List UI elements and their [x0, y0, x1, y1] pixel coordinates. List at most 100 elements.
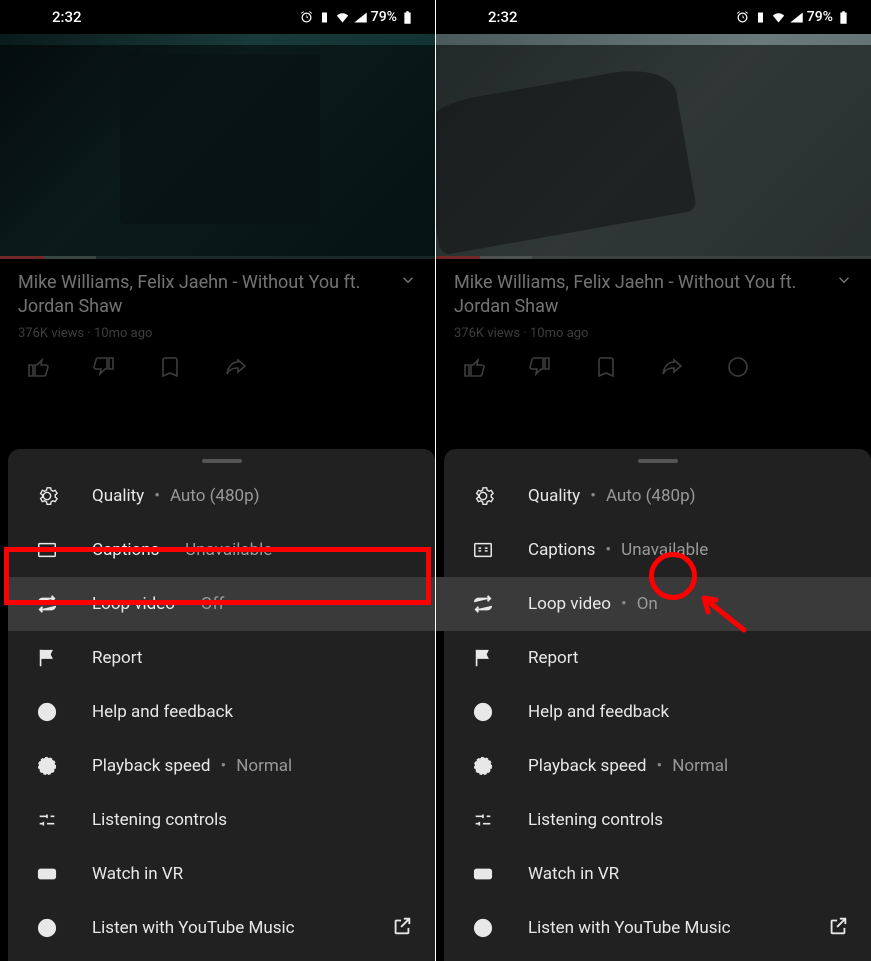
status-time: 2:32	[52, 8, 82, 26]
remix-icon[interactable]	[726, 355, 750, 379]
menu-quality[interactable]: Quality • Auto (480p)	[444, 469, 871, 523]
flag-icon	[36, 647, 58, 669]
menu-listening[interactable]: Listening controls	[8, 793, 435, 847]
like-icon[interactable]	[26, 355, 50, 379]
gear-icon	[472, 485, 494, 507]
battery-icon	[836, 10, 851, 25]
loop-icon	[36, 593, 58, 615]
alarm-icon	[735, 10, 750, 25]
menu-vr[interactable]: Watch in VR	[444, 847, 871, 901]
speed-icon	[36, 755, 58, 777]
flag-icon	[472, 647, 494, 669]
menu-ytmusic[interactable]: Listen with YouTube Music	[444, 901, 871, 955]
quality-label: Quality	[528, 486, 580, 506]
signal-icon	[789, 10, 804, 25]
bottom-sheet: Quality • Auto (480p) Captions • Unavail…	[8, 449, 435, 961]
report-label: Report	[528, 648, 578, 668]
menu-loop[interactable]: Loop video • Off	[8, 577, 435, 631]
vr-label: Watch in VR	[92, 864, 183, 884]
menu-quality[interactable]: Quality • Auto (480p)	[8, 469, 435, 523]
vibrate-icon	[753, 10, 768, 25]
external-icon	[827, 915, 849, 942]
chevron-down-icon[interactable]	[835, 271, 853, 289]
annotation-arrow	[694, 590, 754, 644]
menu-speed[interactable]: Playback speed • Normal	[444, 739, 871, 793]
signal-icon	[353, 10, 368, 25]
vr-label: Watch in VR	[528, 864, 619, 884]
save-icon[interactable]	[594, 355, 618, 379]
bottom-sheet: Quality • Auto (480p) Captions • Unavail…	[444, 449, 871, 961]
alarm-icon	[299, 10, 314, 25]
menu-report[interactable]: Report	[8, 631, 435, 685]
loop-icon	[472, 593, 494, 615]
like-icon[interactable]	[462, 355, 486, 379]
menu-help[interactable]: Help and feedback	[8, 685, 435, 739]
ytmusic-icon	[36, 917, 58, 939]
listening-label: Listening controls	[528, 810, 663, 830]
captions-icon	[36, 539, 58, 561]
wifi-icon	[335, 10, 350, 25]
ytmusic-icon	[472, 917, 494, 939]
help-label: Help and feedback	[92, 702, 233, 722]
external-icon	[391, 915, 413, 942]
save-icon[interactable]	[158, 355, 182, 379]
speed-label: Playback speed	[92, 756, 211, 776]
ytmusic-label: Listen with YouTube Music	[528, 918, 731, 938]
speed-value: Normal	[236, 756, 292, 776]
phone-left: 2:32 79% Mike Williams, Felix Jaehn - Wi…	[0, 0, 435, 961]
dislike-icon[interactable]	[528, 355, 552, 379]
menu-loop[interactable]: Loop video • On	[436, 577, 871, 631]
battery-icon	[400, 10, 415, 25]
speed-label: Playback speed	[528, 756, 647, 776]
vibrate-icon	[317, 10, 332, 25]
loop-label: Loop video	[528, 594, 611, 614]
menu-captions[interactable]: Captions • Unavailable	[444, 523, 871, 577]
action-bar	[18, 341, 417, 379]
sheet-handle[interactable]	[638, 459, 678, 463]
dislike-icon[interactable]	[92, 355, 116, 379]
video-title[interactable]: Mike Williams, Felix Jaehn - Without You…	[18, 271, 389, 320]
share-icon[interactable]	[660, 355, 684, 379]
video-info: Mike Williams, Felix Jaehn - Without You…	[436, 259, 871, 379]
loop-label: Loop video	[92, 594, 175, 614]
help-icon	[36, 701, 58, 723]
speed-icon	[472, 755, 494, 777]
vr-icon	[36, 863, 58, 885]
vr-icon	[472, 863, 494, 885]
report-label: Report	[92, 648, 142, 668]
menu-captions[interactable]: Captions • Unavailable	[8, 523, 435, 577]
captions-value: Unavailable	[621, 540, 708, 560]
listening-label: Listening controls	[92, 810, 227, 830]
menu-vr[interactable]: Watch in VR	[8, 847, 435, 901]
menu-report[interactable]: Report	[444, 631, 871, 685]
loop-value: Off	[201, 594, 225, 614]
menu-speed[interactable]: Playback speed • Normal	[8, 739, 435, 793]
action-bar	[454, 341, 853, 379]
status-bar: 2:32 79%	[0, 0, 435, 34]
quality-value: Auto (480p)	[170, 486, 260, 506]
chevron-down-icon[interactable]	[399, 271, 417, 289]
menu-help[interactable]: Help and feedback	[444, 685, 871, 739]
gear-icon	[36, 485, 58, 507]
video-player[interactable]	[0, 34, 435, 259]
quality-value: Auto (480p)	[606, 486, 696, 506]
menu-ytmusic[interactable]: Listen with YouTube Music	[8, 901, 435, 955]
share-icon[interactable]	[224, 355, 248, 379]
video-meta: 376K views · 10mo ago	[454, 326, 853, 341]
wifi-icon	[771, 10, 786, 25]
ytmusic-label: Listen with YouTube Music	[92, 918, 295, 938]
status-time: 2:32	[488, 8, 518, 26]
battery-text: 79%	[371, 9, 397, 25]
video-info: Mike Williams, Felix Jaehn - Without You…	[0, 259, 435, 379]
status-bar: 2:32 79%	[436, 0, 871, 34]
quality-label: Quality	[92, 486, 144, 506]
phone-right: 2:32 79% Mike Williams, Felix Jaehn - Wi…	[436, 0, 871, 961]
sheet-handle[interactable]	[202, 459, 242, 463]
video-title[interactable]: Mike Williams, Felix Jaehn - Without You…	[454, 271, 825, 320]
status-right: 79%	[735, 9, 851, 25]
battery-text: 79%	[807, 9, 833, 25]
status-right: 79%	[299, 9, 415, 25]
menu-listening[interactable]: Listening controls	[444, 793, 871, 847]
video-meta: 376K views · 10mo ago	[18, 326, 417, 341]
video-player[interactable]	[436, 34, 871, 259]
